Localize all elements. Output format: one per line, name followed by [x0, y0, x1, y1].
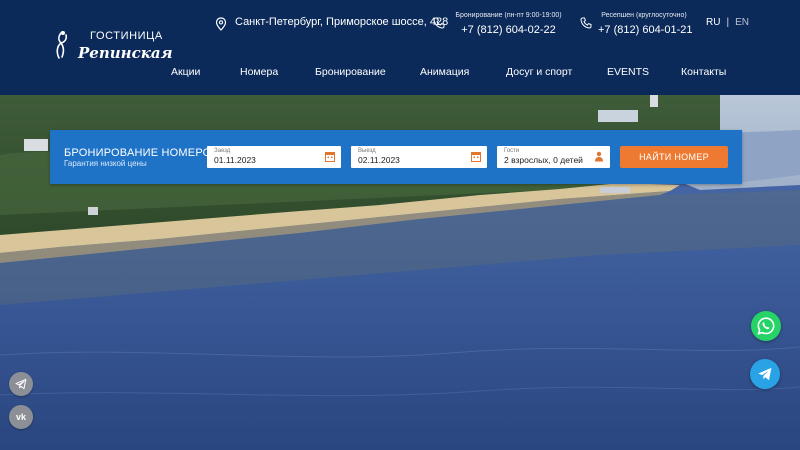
- telegram-icon: [15, 378, 27, 390]
- checkout-field[interactable]: Выезд 02.11.2023: [351, 146, 487, 168]
- site-header: ГОСТИНИЦА Репинская Санкт-Петербург, При…: [0, 0, 800, 95]
- telegram-link-left[interactable]: [9, 372, 33, 396]
- nav-item-rooms[interactable]: Номера: [240, 66, 278, 78]
- whatsapp-icon: [757, 317, 775, 335]
- vk-icon: vk: [15, 412, 26, 422]
- nav-item-leisure[interactable]: Досуг и спорт: [506, 66, 572, 78]
- vk-link[interactable]: vk: [9, 405, 33, 429]
- lang-ru[interactable]: RU: [706, 17, 720, 28]
- phone-icon: [580, 17, 592, 29]
- lang-en[interactable]: EN: [735, 17, 749, 28]
- checkin-value: 01.11.2023: [214, 155, 256, 165]
- language-switcher: RU | EN: [706, 17, 749, 28]
- logo-main-text: Репинская: [78, 44, 173, 62]
- calendar-icon[interactable]: [471, 151, 481, 162]
- whatsapp-link[interactable]: [751, 311, 781, 341]
- main-nav: Акции Номера Бронирование Анимация Досуг…: [0, 66, 800, 80]
- checkout-value: 02.11.2023: [358, 155, 400, 165]
- nav-item-promotions[interactable]: Акции: [171, 66, 200, 78]
- calendar-icon[interactable]: [325, 151, 335, 162]
- booking-phone[interactable]: Бронирование (пн-пт 9:00-19:00) +7 (812)…: [451, 12, 566, 36]
- nav-item-contacts[interactable]: Контакты: [681, 66, 726, 78]
- nav-item-animation[interactable]: Анимация: [420, 66, 469, 78]
- hotel-logo[interactable]: ГОСТИНИЦА Репинская: [52, 26, 173, 66]
- checkin-label: Заезд: [214, 148, 231, 154]
- address[interactable]: Санкт-Петербург, Приморское шоссе, 428: [215, 16, 448, 31]
- logo-top-text: ГОСТИНИЦА: [90, 30, 163, 42]
- guests-field[interactable]: Гости 2 взрослых, 0 детей: [497, 146, 610, 168]
- checkin-field[interactable]: Заезд 01.11.2023: [207, 146, 341, 168]
- booking-title: БРОНИРОВАНИЕ НОМЕРОВ: [64, 147, 219, 159]
- booking-widget: БРОНИРОВАНИЕ НОМЕРОВ Гарантия низкой цен…: [50, 130, 742, 184]
- address-text: Санкт-Петербург, Приморское шоссе, 428: [235, 16, 449, 28]
- guests-label: Гости: [504, 148, 520, 154]
- logo-figure-icon: [56, 31, 68, 59]
- nav-item-booking[interactable]: Бронирование: [315, 66, 386, 78]
- reception-phone-label: Ресепшен (круглосуточно): [601, 12, 687, 19]
- telegram-icon: [758, 367, 772, 381]
- booking-phone-number[interactable]: +7 (812) 604-02-22: [451, 24, 566, 36]
- guests-value: 2 взрослых, 0 детей: [504, 155, 583, 165]
- location-pin-icon: [215, 17, 227, 31]
- reception-phone[interactable]: Ресепшен (круглосуточно) +7 (812) 604-01…: [598, 12, 692, 36]
- reception-phone-number[interactable]: +7 (812) 604-01-21: [598, 24, 692, 36]
- checkout-label: Выезд: [358, 148, 376, 154]
- find-room-button[interactable]: НАЙТИ НОМЕР: [620, 146, 728, 168]
- phone-icon: [433, 17, 445, 29]
- telegram-link-right[interactable]: [750, 359, 780, 389]
- nav-item-events[interactable]: EVENTS: [607, 66, 649, 78]
- person-icon: [595, 151, 603, 162]
- booking-phone-label: Бронирование (пн-пт 9:00-19:00): [455, 12, 562, 19]
- booking-subtitle: Гарантия низкой цены: [64, 159, 147, 168]
- lang-separator: |: [726, 17, 730, 28]
